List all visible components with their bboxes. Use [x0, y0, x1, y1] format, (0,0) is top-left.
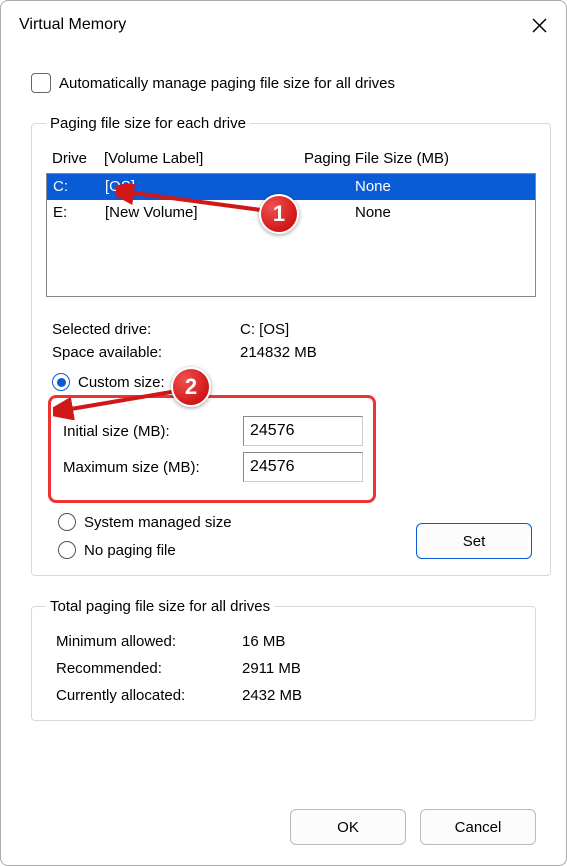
min-allowed-value: 16 MB: [242, 633, 521, 650]
currently-allocated-label: Currently allocated:: [56, 687, 242, 704]
set-button[interactable]: Set: [416, 523, 532, 559]
radio-custom-size[interactable]: Custom size:: [52, 373, 536, 391]
group2-legend: Total paging file size for all drives: [46, 598, 274, 615]
custom-size-highlight: Initial size (MB): Maximum size (MB):: [48, 395, 376, 503]
selected-drive-label: Selected drive:: [52, 321, 240, 338]
auto-manage-label: Automatically manage paging file size fo…: [59, 75, 395, 92]
auto-manage-row[interactable]: Automatically manage paging file size fo…: [31, 73, 536, 93]
radio-system-label: System managed size: [84, 514, 232, 531]
title-bar: Virtual Memory: [1, 1, 566, 45]
radio-nofile-label: No paging file: [84, 542, 176, 559]
recommended-label: Recommended:: [56, 660, 242, 677]
paging-per-drive-group: Paging file size for each drive Drive [V…: [31, 115, 551, 576]
group1-legend: Paging file size for each drive: [46, 115, 250, 132]
min-allowed-label: Minimum allowed:: [56, 633, 242, 650]
drive-letter: C:: [53, 176, 105, 198]
close-icon[interactable]: [530, 16, 548, 34]
auto-manage-checkbox[interactable]: [31, 73, 51, 93]
col-header-size: Paging File Size (MB): [304, 150, 530, 167]
drive-label: [OS]: [105, 176, 305, 198]
drive-row[interactable]: E: [New Volume] None: [47, 200, 535, 226]
initial-size-label: Initial size (MB):: [63, 423, 243, 440]
radio-icon[interactable]: [52, 373, 70, 391]
radio-custom-label: Custom size:: [78, 374, 165, 391]
dialog-footer: OK Cancel: [1, 809, 566, 865]
space-available-value: 214832 MB: [240, 344, 536, 361]
drive-row[interactable]: C: [OS] None: [47, 174, 535, 200]
col-header-label: [Volume Label]: [104, 150, 304, 167]
drive-size: None: [305, 176, 529, 198]
cancel-button[interactable]: Cancel: [420, 809, 536, 845]
drive-size: None: [305, 202, 529, 224]
window-title: Virtual Memory: [19, 16, 126, 34]
radio-icon[interactable]: [58, 541, 76, 559]
radio-icon[interactable]: [58, 513, 76, 531]
selected-drive-value: C: [OS]: [240, 321, 536, 338]
initial-size-input[interactable]: [243, 416, 363, 446]
maximum-size-label: Maximum size (MB):: [63, 459, 243, 476]
maximum-size-input[interactable]: [243, 452, 363, 482]
drive-list-headers: Drive [Volume Label] Paging File Size (M…: [46, 146, 536, 173]
drive-list[interactable]: C: [OS] None E: [New Volume] None: [46, 173, 536, 297]
drive-letter: E:: [53, 202, 105, 224]
currently-allocated-value: 2432 MB: [242, 687, 521, 704]
space-available-label: Space available:: [52, 344, 240, 361]
col-header-drive: Drive: [52, 150, 104, 167]
total-paging-group: Total paging file size for all drives Mi…: [31, 598, 536, 721]
recommended-value: 2911 MB: [242, 660, 521, 677]
drive-label: [New Volume]: [105, 202, 305, 224]
ok-button[interactable]: OK: [290, 809, 406, 845]
